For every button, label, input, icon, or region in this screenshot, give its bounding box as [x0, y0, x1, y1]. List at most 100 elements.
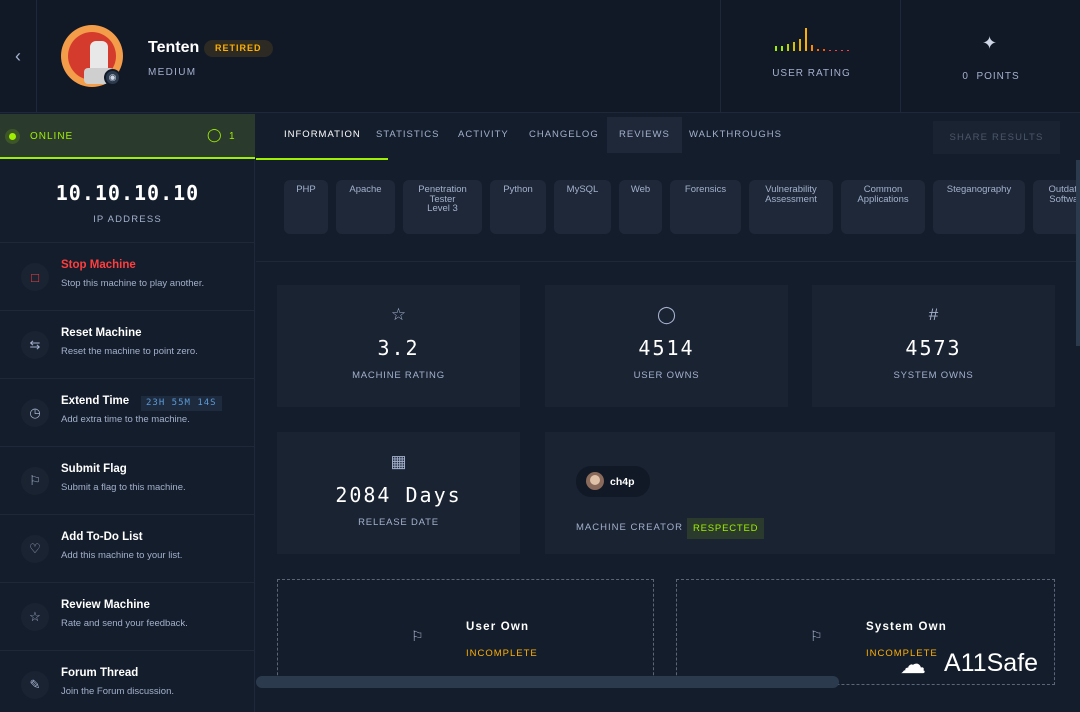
horizontal-scrollbar[interactable]: [256, 676, 839, 688]
user-rating-panel[interactable]: USER RATING: [720, 0, 901, 113]
user-own-title: User Own: [466, 621, 530, 633]
machine-creator-card: ch4p MACHINE CREATOR RESPECTED: [545, 432, 1055, 554]
action-desc: Rate and send your feedback.: [61, 618, 188, 629]
tag-chip[interactable]: Vulnerability Assessment: [749, 180, 833, 234]
rating-bars-chart: [775, 27, 855, 51]
share-results-button[interactable]: SHARE RESULTS: [933, 121, 1060, 154]
wechat-icon: ☁: [900, 649, 926, 679]
tag-chip[interactable]: Python: [490, 180, 546, 234]
diamond-icon: ✦: [982, 33, 998, 53]
star-icon: ☆: [21, 603, 49, 631]
action-desc: Submit a flag to this machine.: [61, 482, 186, 493]
action-title: Reset Machine: [61, 327, 142, 339]
online-status-text: ONLINE: [30, 131, 74, 142]
os-linux-icon: ◉: [104, 69, 121, 86]
back-button[interactable]: ‹: [0, 0, 37, 113]
respected-badge: RESPECTED: [687, 518, 765, 539]
user-flag-icon: ⚐: [411, 628, 424, 644]
avatar: [586, 472, 604, 490]
machine-header: ‹ ◉ Tenten RETIRED MEDIUM USER RATING ✦ …: [0, 0, 1080, 113]
clock-icon: ◷: [21, 399, 49, 427]
tag-chip[interactable]: Penetration Tester Level 3: [403, 180, 482, 234]
machine-rating-card: ☆ 3.2 MACHINE RATING: [277, 285, 520, 407]
tab-statistics[interactable]: STATISTICS: [376, 114, 439, 160]
ip-address-label: IP ADDRESS: [93, 214, 162, 225]
user-rating-label: USER RATING: [772, 68, 851, 79]
vertical-scrollbar[interactable]: [1076, 160, 1080, 346]
machine-name: Tenten: [148, 39, 200, 56]
points-label: 0 POINTS: [962, 71, 1020, 82]
star-icon: ☆: [390, 305, 407, 324]
tag-chip[interactable]: Common Applications: [841, 180, 925, 234]
add-todo-button[interactable]: ♡ Add To-Do List Add this machine to you…: [0, 514, 255, 582]
release-date-label: RELEASE DATE: [358, 517, 439, 528]
system-own-title: System Own: [866, 621, 948, 633]
system-owns-card: # 4573 SYSTEM OWNS: [812, 285, 1055, 407]
machine-rating-label: MACHINE RATING: [352, 370, 445, 381]
action-title: Review Machine: [61, 599, 150, 611]
tab-activity[interactable]: ACTIVITY: [458, 114, 509, 160]
tag-chip[interactable]: MySQL: [554, 180, 611, 234]
tag-chip[interactable]: Web: [619, 180, 662, 234]
forum-thread-button[interactable]: ✎ Forum Thread Join the Forum discussion…: [0, 650, 255, 712]
tag-chip[interactable]: Outdated Software: [1033, 180, 1080, 234]
action-title: Stop Machine: [61, 259, 136, 271]
system-owns-label: SYSTEM OWNS: [893, 370, 974, 381]
online-status-bar: ONLINE ◯ 1: [0, 114, 255, 159]
user-owns-card: ◯ 4514 USER OWNS: [545, 285, 788, 407]
players-count: 1: [229, 131, 235, 142]
online-indicator-icon: [5, 129, 20, 144]
reset-machine-button[interactable]: ⇆ Reset Machine Reset the machine to poi…: [0, 310, 255, 378]
forum-icon: ✎: [21, 671, 49, 699]
submit-flag-button[interactable]: ⚐ Submit Flag Submit a flag to this mach…: [0, 446, 255, 514]
creator-name: ch4p: [610, 476, 635, 488]
user-owns-label: USER OWNS: [633, 370, 700, 381]
tab-reviews[interactable]: REVIEWS: [607, 117, 682, 153]
review-machine-button[interactable]: ☆ Review Machine Rate and send your feed…: [0, 582, 255, 650]
stop-machine-button[interactable]: □ Stop Machine Stop this machine to play…: [0, 242, 255, 310]
release-date-card: ▦ 2084 Days RELEASE DATE: [277, 432, 520, 554]
tag-chip[interactable]: Steganography: [933, 180, 1025, 234]
action-title: Submit Flag: [61, 463, 127, 475]
tab-changelog[interactable]: CHANGELOG: [529, 114, 599, 160]
reset-icon: ⇆: [21, 331, 49, 359]
heart-icon: ♡: [21, 535, 49, 563]
action-desc: Add this machine to your list.: [61, 550, 183, 561]
tag-chip[interactable]: Apache: [336, 180, 395, 234]
machine-rating-value: 3.2: [377, 336, 420, 360]
tab-walkthroughs[interactable]: WALKTHROUGHS: [689, 114, 782, 160]
flag-icon: ⚐: [21, 467, 49, 495]
watermark-text: A11Safe: [944, 649, 1039, 677]
difficulty-label: MEDIUM: [148, 67, 197, 78]
watermark: ☁ A11Safe: [900, 647, 1060, 683]
user-own-status: INCOMPLETE: [466, 648, 538, 659]
calendar-icon: ▦: [390, 452, 407, 471]
action-title: Extend Time: [61, 395, 130, 407]
tab-information[interactable]: INFORMATION: [256, 114, 388, 160]
machine-creator-label: MACHINE CREATOR: [576, 522, 684, 533]
ip-address[interactable]: 10.10.10.10: [0, 181, 255, 205]
tag-chip[interactable]: PHP: [284, 180, 328, 234]
system-owns-value: 4573: [905, 336, 962, 360]
action-desc: Add extra time to the machine.: [61, 414, 190, 425]
user-owns-value: 4514: [638, 336, 695, 360]
action-desc: Stop this machine to play another.: [61, 278, 205, 289]
tag-chip[interactable]: Forensics: [670, 180, 741, 234]
retired-badge: RETIRED: [204, 40, 273, 57]
machine-sidebar: ONLINE ◯ 1 10.10.10.10 IP ADDRESS □ Stop…: [0, 114, 255, 712]
stop-icon: □: [21, 263, 49, 291]
machine-tags: PHP Apache Penetration Tester Level 3 Py…: [256, 160, 1080, 262]
system-flag-icon: ⚐: [810, 628, 823, 644]
time-remaining: 23H 55M 14S: [141, 396, 222, 411]
extend-time-button[interactable]: ◷ Extend Time 23H 55M 14S Add extra time…: [0, 378, 255, 446]
user-icon: ◯: [656, 305, 677, 324]
creator-profile-link[interactable]: ch4p: [576, 466, 650, 497]
hash-icon: #: [928, 305, 939, 324]
release-date-value: 2084 Days: [335, 483, 462, 507]
action-desc: Join the Forum discussion.: [61, 686, 174, 697]
action-title: Forum Thread: [61, 667, 139, 679]
action-desc: Reset the machine to point zero.: [61, 346, 198, 357]
chevron-left-icon: ‹: [15, 46, 21, 66]
user-icon: ◯: [207, 127, 222, 142]
user-own-box[interactable]: ⚐ User Own INCOMPLETE: [277, 579, 654, 685]
